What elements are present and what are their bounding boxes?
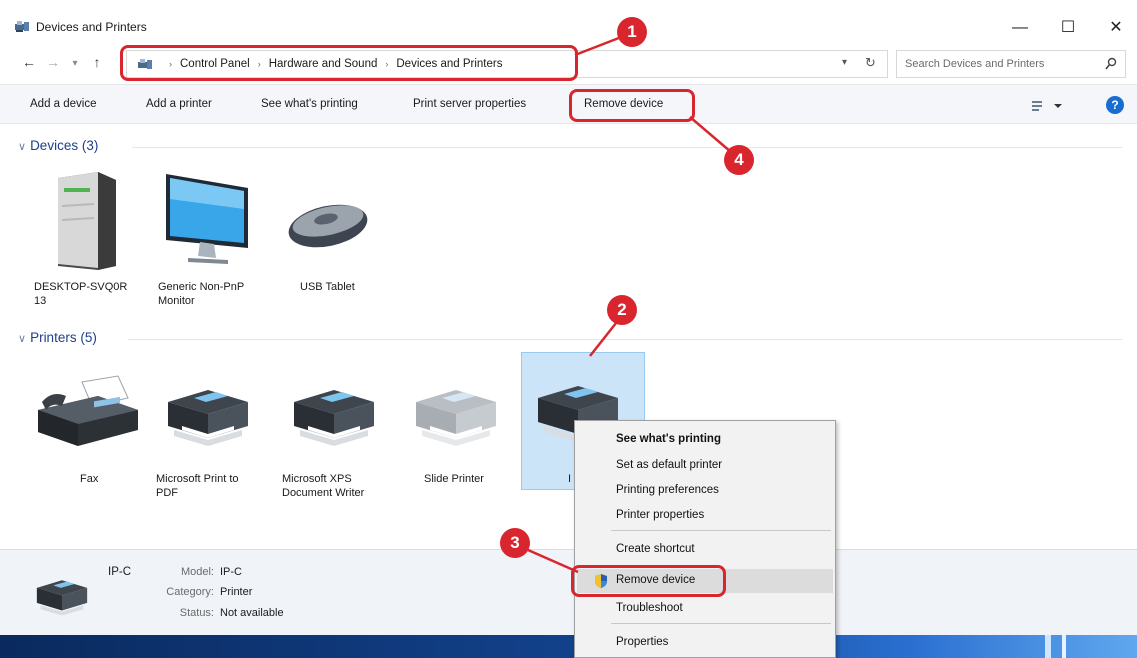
- search-placeholder: Search Devices and Printers: [905, 58, 1045, 70]
- back-arrow-icon[interactable]: ←: [20, 54, 38, 70]
- printer-tile-microsoft-xps[interactable]: Microsoft XPS Document Writer: [278, 370, 396, 500]
- annotation-box-address: [120, 45, 578, 81]
- device-tile-monitor[interactable]: Generic Non-PnP Monitor: [152, 160, 270, 320]
- refresh-icon[interactable]: ↻: [865, 55, 876, 71]
- device-tile-desktop[interactable]: DESKTOP-SVQ0R 13: [28, 160, 146, 320]
- details-status-value: Not available: [220, 607, 284, 619]
- fax-icon: [38, 375, 138, 446]
- annotation-badge-4: 4: [724, 145, 754, 175]
- printer-tile-microsoft-print-to-pdf[interactable]: Microsoft Print to PDF: [152, 370, 270, 500]
- details-device-name: IP-C: [108, 566, 131, 578]
- annotation-box-remove-device-command: [569, 89, 695, 122]
- taskbar-highlight: [1045, 635, 1051, 658]
- printer-gray-icon: [416, 390, 496, 446]
- device-tile-usb-tablet[interactable]: USB Tablet: [276, 160, 394, 320]
- mouse-icon: [288, 204, 368, 248]
- printer-label: Microsoft XPS Document Writer: [282, 473, 365, 499]
- details-pane: IP-C Model: IP-C Category: Printer Statu…: [0, 549, 1137, 635]
- change-view-icon[interactable]: [1030, 97, 1070, 113]
- annotation-badge-3: 3: [500, 528, 530, 558]
- recent-locations-chevron-icon[interactable]: ▾: [66, 58, 84, 69]
- details-category-value: Printer: [220, 586, 253, 598]
- details-model-key: Model:: [180, 566, 214, 578]
- menu-item-troubleshoot[interactable]: Troubleshoot: [616, 602, 683, 614]
- details-model-value: IP-C: [220, 566, 242, 578]
- menu-item-printer-properties[interactable]: Printer properties: [616, 509, 704, 521]
- menu-item-see-whats-printing[interactable]: See what's printing: [616, 433, 721, 445]
- annotation-box-remove-device-menu: [571, 565, 726, 597]
- forward-arrow-icon[interactable]: →: [44, 54, 62, 70]
- see-whats-printing-button[interactable]: See what's printing: [261, 98, 358, 110]
- context-menu: See what's printing Set as default print…: [574, 420, 836, 658]
- menu-separator: [611, 623, 831, 624]
- print-server-properties-button[interactable]: Print server properties: [413, 98, 526, 110]
- computer-tower-icon: [58, 172, 116, 270]
- details-category-key: Category:: [166, 586, 214, 598]
- device-label: DESKTOP-SVQ0R 13: [34, 281, 128, 307]
- monitor-icon: [166, 174, 248, 264]
- menu-item-printing-preferences[interactable]: Printing preferences: [616, 484, 719, 496]
- printer-icon: [168, 390, 248, 446]
- close-button[interactable]: ✕: [1096, 14, 1136, 42]
- devices-group-header[interactable]: ∨ Devices (3): [18, 138, 98, 153]
- window-title: Devices and Printers: [36, 20, 147, 34]
- printer-tile-slide-printer[interactable]: Slide Printer: [400, 370, 518, 500]
- chevron-down-icon: ∨: [18, 141, 27, 153]
- menu-separator: [611, 530, 831, 531]
- add-device-button[interactable]: Add a device: [30, 98, 97, 110]
- menu-item-properties[interactable]: Properties: [616, 636, 668, 648]
- devices-printers-icon: [15, 21, 29, 32]
- printer-icon: [36, 580, 88, 616]
- devices-and-printers-window: Devices and Printers — ☐ ✕ ← → ▾ ↑ › Cont…: [0, 0, 1137, 658]
- printer-label: I: [568, 473, 572, 485]
- minimize-button[interactable]: —: [1000, 14, 1040, 42]
- menu-item-create-shortcut[interactable]: Create shortcut: [616, 543, 695, 555]
- details-status-key: Status:: [179, 607, 214, 619]
- printer-label: Fax: [80, 473, 99, 485]
- title-bar: Devices and Printers — ☐ ✕: [0, 0, 1137, 44]
- up-arrow-icon[interactable]: ↑: [88, 54, 106, 70]
- chevron-down-icon: ∨: [18, 333, 27, 345]
- taskbar-highlight: [1062, 635, 1066, 658]
- taskbar: [0, 635, 1137, 658]
- printers-group-title: Printers (5): [30, 330, 97, 345]
- printer-tile-fax[interactable]: Fax: [30, 370, 148, 500]
- device-label: USB Tablet: [300, 281, 355, 293]
- annotation-badge-1: 1: [617, 17, 647, 47]
- device-label: Generic Non-PnP Monitor: [158, 281, 245, 307]
- add-printer-button[interactable]: Add a printer: [146, 98, 212, 110]
- search-input[interactable]: Search Devices and Printers: [896, 50, 1126, 78]
- divider: [128, 339, 1122, 340]
- devices-group-title: Devices (3): [30, 138, 99, 153]
- help-button[interactable]: ?: [1106, 96, 1124, 114]
- printers-group-header[interactable]: ∨ Printers (5): [18, 330, 97, 345]
- search-icon[interactable]: [1105, 57, 1117, 71]
- printer-label: Microsoft Print to PDF: [156, 473, 239, 499]
- printer-label: Slide Printer: [424, 473, 484, 485]
- annotation-badge-2: 2: [607, 295, 637, 325]
- printer-icon: [294, 390, 374, 446]
- address-dropdown-icon[interactable]: ▾: [842, 57, 847, 68]
- menu-item-set-default-printer[interactable]: Set as default printer: [616, 459, 722, 471]
- divider: [132, 147, 1122, 148]
- maximize-button[interactable]: ☐: [1048, 14, 1088, 42]
